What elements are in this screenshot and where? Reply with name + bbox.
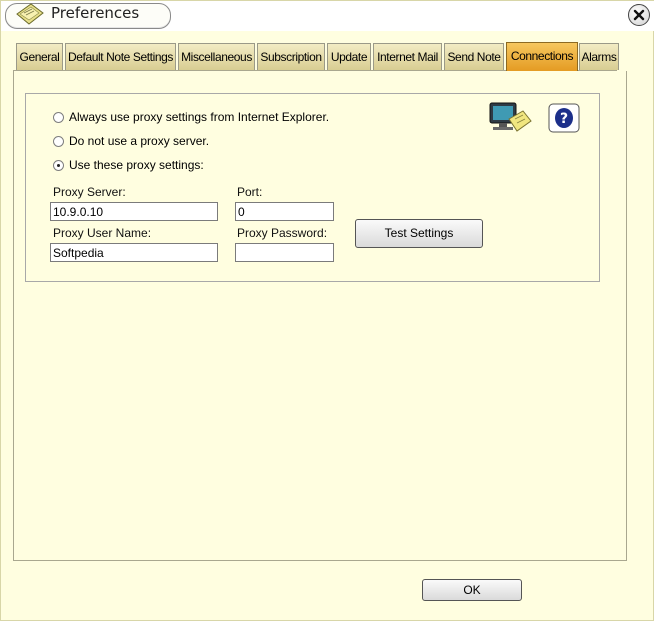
proxy-password-label: Proxy Password: xyxy=(237,226,328,240)
radio-button[interactable] xyxy=(53,135,64,147)
radio-use-these-settings[interactable]: Use these proxy settings: xyxy=(53,157,204,173)
proxy-server-input[interactable] xyxy=(50,202,218,221)
tab-send-note[interactable]: Send Note xyxy=(444,43,504,70)
window-title: Preferences xyxy=(51,4,140,22)
help-icon[interactable]: ? xyxy=(548,103,580,133)
tab-miscellaneous[interactable]: Miscellaneous xyxy=(178,43,255,70)
notes-app-icon xyxy=(11,1,47,27)
tab-alarms[interactable]: Alarms xyxy=(579,43,619,70)
proxy-password-input[interactable] xyxy=(235,243,334,262)
close-button[interactable] xyxy=(628,4,650,26)
close-icon xyxy=(633,9,645,21)
test-settings-button[interactable]: Test Settings xyxy=(355,219,483,248)
radio-label: Do not use a proxy server. xyxy=(69,134,210,148)
radio-label: Always use proxy settings from Internet … xyxy=(69,110,330,124)
tab-subscription[interactable]: Subscription xyxy=(257,43,325,70)
network-notes-icon xyxy=(489,101,533,135)
port-input[interactable] xyxy=(235,202,334,221)
radio-button-selected[interactable] xyxy=(53,159,64,171)
radio-no-proxy[interactable]: Do not use a proxy server. xyxy=(53,133,209,149)
radio-label: Use these proxy settings: xyxy=(69,158,204,172)
svg-text:?: ? xyxy=(560,111,568,127)
ok-button[interactable]: OK xyxy=(422,579,522,601)
proxy-user-label: Proxy User Name: xyxy=(53,226,152,240)
radio-use-ie-settings[interactable]: Always use proxy settings from Internet … xyxy=(53,109,329,125)
tab-internet-mail[interactable]: Internet Mail xyxy=(373,43,442,70)
tab-general[interactable]: General xyxy=(16,43,63,70)
proxy-server-label: Proxy Server: xyxy=(53,185,126,199)
tab-connections[interactable]: Connections xyxy=(506,42,578,71)
tab-update[interactable]: Update xyxy=(327,43,371,70)
preferences-window: Preferences General Default Note Setting… xyxy=(0,0,654,621)
title-bar: Preferences xyxy=(1,1,654,31)
port-label: Port: xyxy=(237,185,263,199)
tab-default-note-settings[interactable]: Default Note Settings xyxy=(65,43,176,70)
radio-button[interactable] xyxy=(53,111,64,123)
proxy-user-input[interactable] xyxy=(50,243,218,262)
